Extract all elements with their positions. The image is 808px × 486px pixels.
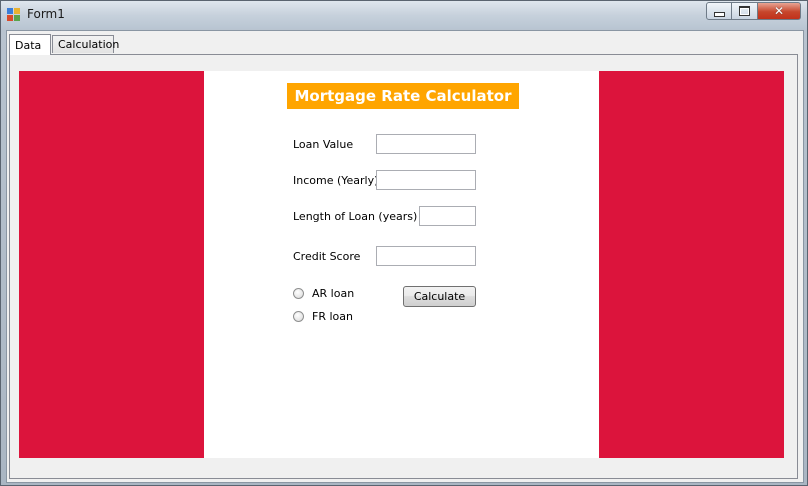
tab-calculation[interactable]: Calculation — [52, 35, 119, 53]
fr-loan-option[interactable]: FR loan — [293, 310, 353, 323]
form-panel: Mortgage Rate Calculator Loan Value Inco… — [204, 71, 599, 458]
tab-page-data: Mortgage Rate Calculator Loan Value Inco… — [9, 54, 798, 479]
income-label: Income (Yearly) — [293, 174, 379, 187]
minimize-icon — [713, 11, 725, 17]
winforms-app-icon — [7, 8, 20, 21]
loan-length-label: Length of Loan (years) — [293, 210, 418, 223]
ar-loan-radio[interactable] — [293, 288, 304, 299]
caption-buttons: ✕ — [706, 2, 801, 21]
loan-length-input[interactable] — [419, 206, 476, 226]
page-title: Mortgage Rate Calculator — [287, 83, 519, 109]
left-red-panel — [19, 71, 204, 458]
income-input[interactable] — [376, 170, 476, 190]
fr-loan-radio[interactable] — [293, 311, 304, 322]
maximize-icon — [739, 6, 750, 16]
minimize-button[interactable] — [706, 2, 732, 20]
right-red-panel — [599, 71, 784, 458]
close-button[interactable]: ✕ — [758, 2, 801, 20]
maximize-button[interactable] — [732, 2, 758, 20]
application-window: Form1 ✕ Data Calculation Mortgage Rate C… — [0, 0, 808, 486]
fr-loan-label: FR loan — [312, 310, 353, 323]
loan-value-label: Loan Value — [293, 138, 354, 151]
tab-data[interactable]: Data — [9, 34, 51, 55]
close-icon: ✕ — [773, 4, 785, 18]
credit-score-label: Credit Score — [293, 250, 361, 263]
client-area: Data Calculation Mortgage Rate Calculato… — [6, 30, 804, 483]
calculate-button[interactable]: Calculate — [403, 286, 476, 307]
title-bar[interactable]: Form1 ✕ — [1, 1, 807, 29]
ar-loan-option[interactable]: AR loan — [293, 287, 354, 300]
ar-loan-label: AR loan — [312, 287, 355, 300]
window-title: Form1 — [27, 7, 65, 21]
credit-score-input[interactable] — [376, 246, 476, 266]
loan-value-input[interactable] — [376, 134, 476, 154]
